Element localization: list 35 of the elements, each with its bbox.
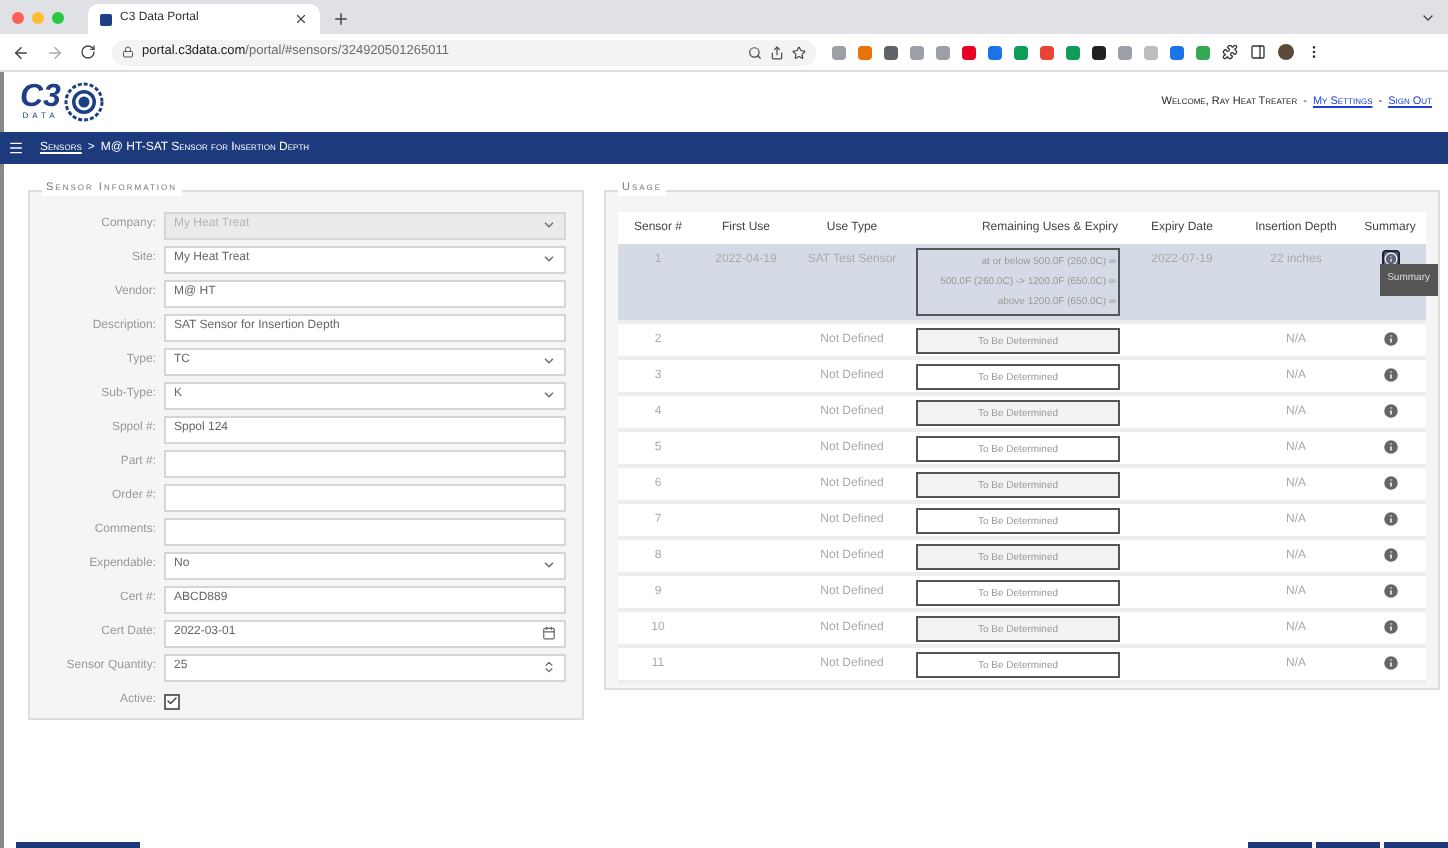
calendar-icon <box>542 626 556 640</box>
dropdown-caret-icon <box>542 354 556 368</box>
text-field[interactable] <box>164 517 566 545</box>
bookmark-star-icon[interactable] <box>792 45 806 59</box>
info-icon[interactable] <box>1381 438 1399 456</box>
site-favicon-icon <box>100 13 112 25</box>
info-icon[interactable] <box>1381 474 1399 492</box>
reload-icon[interactable] <box>80 44 96 60</box>
back-icon[interactable] <box>12 43 30 61</box>
dropdown-caret-icon <box>542 218 556 232</box>
share-icon[interactable] <box>770 45 784 59</box>
info-icon[interactable] <box>1381 582 1399 600</box>
lock-icon <box>122 46 134 58</box>
search-icon[interactable] <box>748 45 762 59</box>
profile-avatar-icon[interactable] <box>1278 44 1294 60</box>
new-tab-icon[interactable] <box>332 10 350 28</box>
text-field[interactable] <box>164 449 566 477</box>
info-icon[interactable] <box>1381 330 1399 348</box>
spinner-icon <box>542 660 556 674</box>
menu-icon[interactable] <box>8 140 24 156</box>
dropdown-caret-icon <box>542 388 556 402</box>
tab-list-icon[interactable] <box>1420 10 1436 26</box>
text-field[interactable] <box>164 483 566 511</box>
dropdown-caret-icon <box>542 252 556 266</box>
info-icon[interactable] <box>1381 510 1399 528</box>
info-icon[interactable] <box>1381 402 1399 420</box>
checkbox[interactable] <box>164 693 180 709</box>
side-panel-icon[interactable] <box>1250 44 1266 60</box>
close-tab-icon[interactable] <box>294 12 308 26</box>
extensions-icon[interactable] <box>1222 44 1238 60</box>
dropdown-caret-icon <box>542 558 556 572</box>
info-icon[interactable] <box>1381 546 1399 564</box>
info-icon[interactable] <box>1381 654 1399 672</box>
info-icon[interactable] <box>1381 366 1399 384</box>
info-icon[interactable] <box>1381 618 1399 636</box>
